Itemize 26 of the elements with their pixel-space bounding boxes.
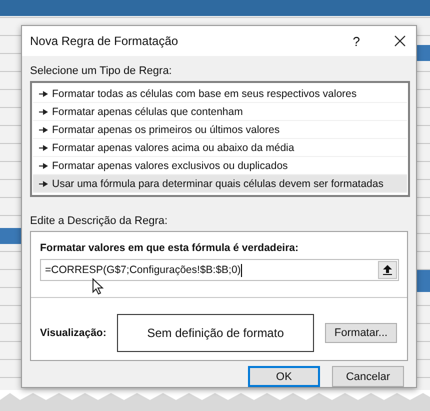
- rule-type-item[interactable]: Formatar apenas células que contenham: [33, 103, 407, 121]
- close-icon[interactable]: [394, 35, 406, 47]
- rule-type-item[interactable]: Formatar apenas os primeiros ou últimos valores: [33, 121, 407, 139]
- arrow-icon: [39, 180, 48, 186]
- rule-type-item[interactable]: Formatar apenas valores acima ou abaixo da média: [33, 139, 407, 157]
- format-button[interactable]: Formatar...: [325, 323, 397, 343]
- arrow-icon: [39, 126, 48, 132]
- preview-label: Visualização:: [40, 327, 108, 339]
- formula-label: Formatar valores em que esta fórmula é verdadeira:: [40, 242, 299, 254]
- formula-field[interactable]: =CORRESP(G$7;Configurações!$B:$B;0): [40, 259, 399, 281]
- arrow-icon: [39, 90, 48, 96]
- mouse-cursor-icon: [92, 278, 104, 295]
- section-label: Selecione um Tipo de Regra:: [30, 65, 172, 77]
- up-arrow-icon: [383, 265, 392, 275]
- arrow-icon: [39, 144, 48, 150]
- collapse-button[interactable]: [378, 261, 397, 279]
- window-title: Nova Regra de Formatação: [30, 34, 180, 48]
- arrow-icon: [39, 108, 48, 114]
- preview-box: Sem definição de formato: [117, 314, 314, 352]
- arrow-icon: [39, 162, 48, 168]
- section-label: Edite a Descrição da Regra:: [30, 215, 168, 227]
- rule-type-item[interactable]: Formatar todas as células com base em seus respectivos valores: [33, 85, 407, 103]
- cancel-button[interactable]: Cancelar: [332, 366, 404, 387]
- ok-button[interactable]: OK: [248, 366, 320, 387]
- help-button[interactable]: ?: [352, 34, 360, 48]
- rule-type-item[interactable]: Usar uma fórmula para determinar quais células devem ser formatadas: [33, 175, 407, 193]
